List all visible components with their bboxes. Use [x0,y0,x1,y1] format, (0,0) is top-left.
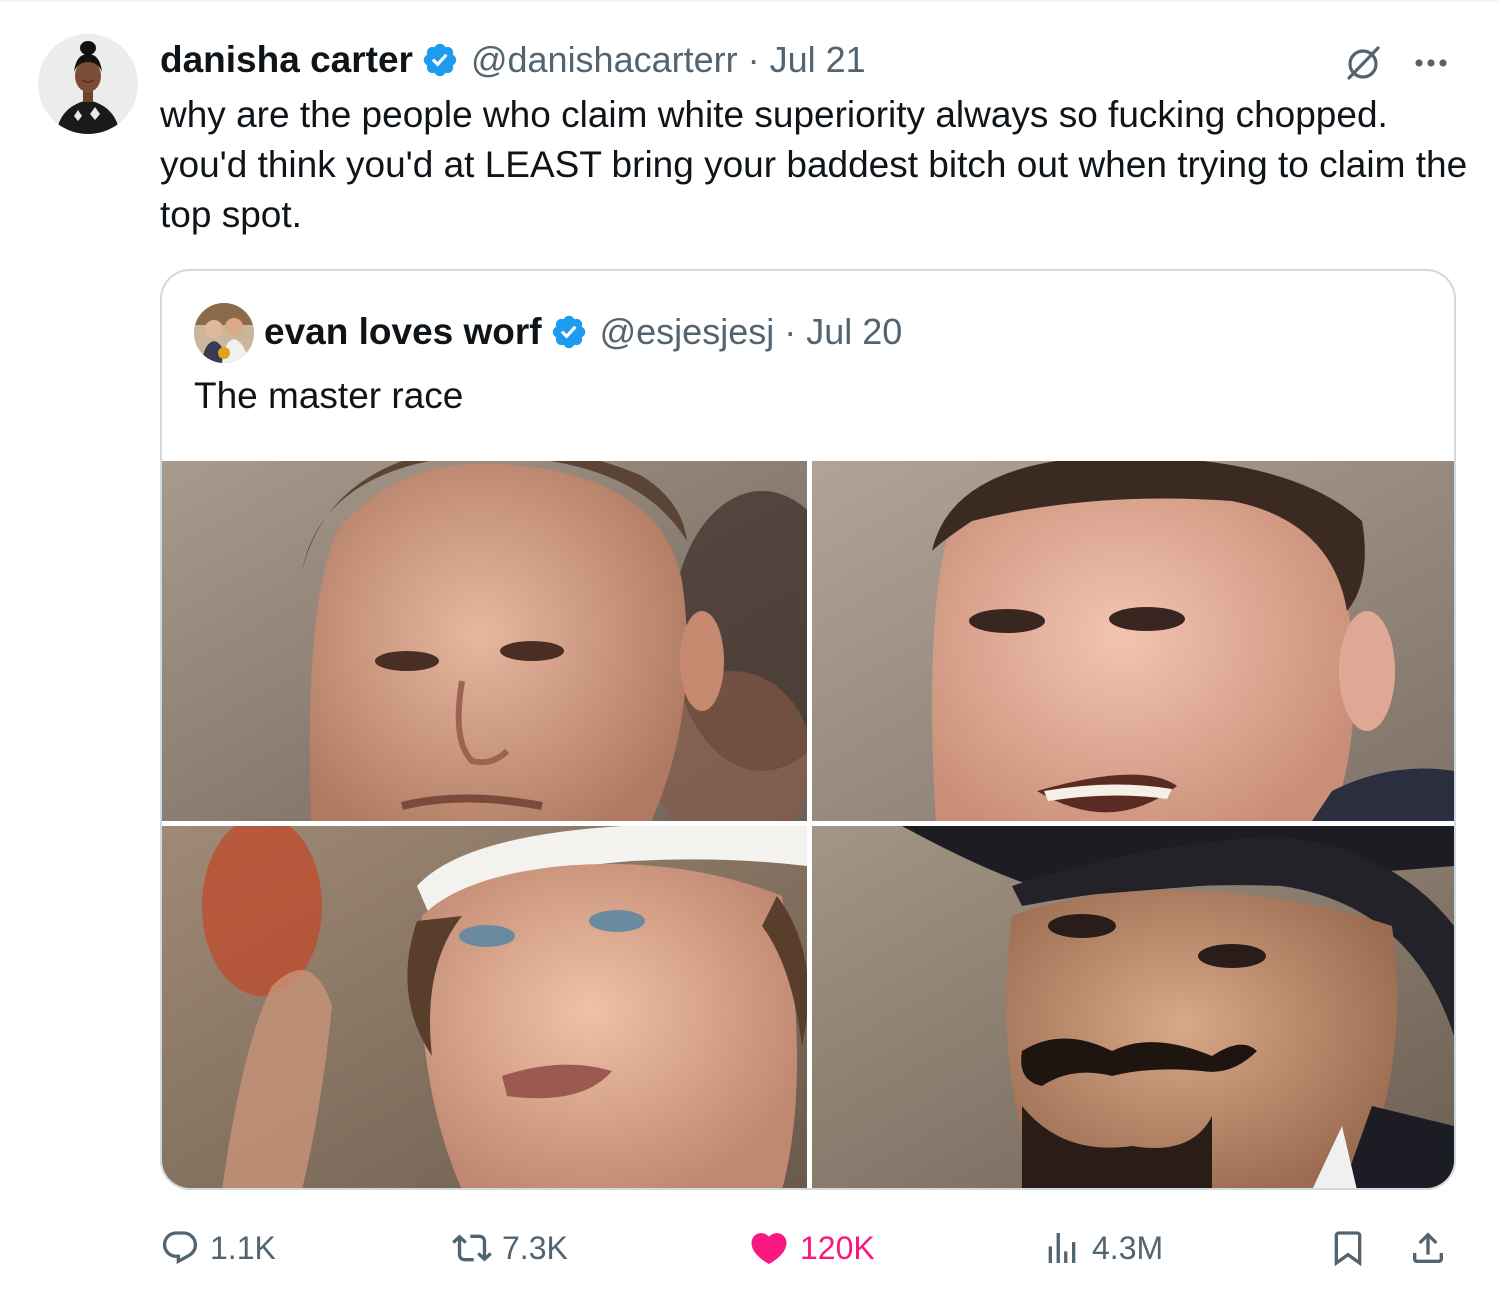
media-photo-2[interactable] [812,461,1454,821]
tweet-text: why are the people who claim white super… [160,94,1468,235]
meta-separator: · [784,311,797,352]
reply-button[interactable]: 1.1K [160,1220,276,1276]
tweet-action-bar: 1.1K 7.3K 120K 4.3M [160,1220,1456,1276]
quoted-tweet-header: evan loves worf @esjesjesj · Jul 20 [264,309,902,355]
tweet-header: danisha carter @danishacarterr · Jul 21 [160,38,866,82]
grok-icon [1347,46,1380,80]
grok-button[interactable] [1340,40,1386,86]
reply-count: 1.1K [210,1229,276,1266]
views-icon [1048,1233,1076,1263]
quoted-tweet-text: The master race [194,375,464,416]
meta-separator: · [747,39,760,80]
media-photo-1[interactable] [162,461,807,821]
author-handle[interactable]: @danishacarterr [471,39,738,81]
verified-badge-icon[interactable] [550,313,588,351]
author-display-name[interactable]: danisha carter [160,39,413,81]
quoted-tweet-card[interactable]: evan loves worf @esjesjesj · Jul 20 The … [160,269,1456,1190]
share-icon [1413,1232,1443,1263]
like-count: 120K [800,1229,875,1266]
like-button[interactable]: 120K [748,1220,875,1276]
share-button[interactable] [1406,1220,1450,1276]
quoted-author-handle[interactable]: @esjesjesj [600,311,775,353]
quoted-author-avatar[interactable] [194,303,254,363]
more-options-button[interactable] [1408,40,1454,86]
bookmark-button[interactable] [1326,1220,1370,1276]
reply-icon [162,1231,198,1265]
media-photo-3[interactable] [162,826,807,1188]
author-avatar[interactable] [38,34,138,134]
bookmark-icon [1334,1231,1362,1267]
quoted-tweet-timestamp[interactable]: Jul 20 [806,311,902,353]
views-count: 4.3M [1092,1229,1164,1266]
quoted-author-display-name[interactable]: evan loves worf [264,311,542,353]
heart-icon [751,1233,787,1265]
top-divider [0,0,1498,2]
media-photo-4[interactable] [812,826,1454,1188]
tweet-timestamp[interactable]: Jul 21 [770,39,866,81]
repost-icon [452,1234,492,1262]
repost-button[interactable]: 7.3K [452,1220,568,1276]
more-icon [1415,59,1447,67]
media-grid [162,461,1454,1188]
repost-count: 7.3K [502,1229,568,1266]
views-button[interactable]: 4.3M [1042,1220,1163,1276]
verified-badge-icon[interactable] [421,41,459,79]
